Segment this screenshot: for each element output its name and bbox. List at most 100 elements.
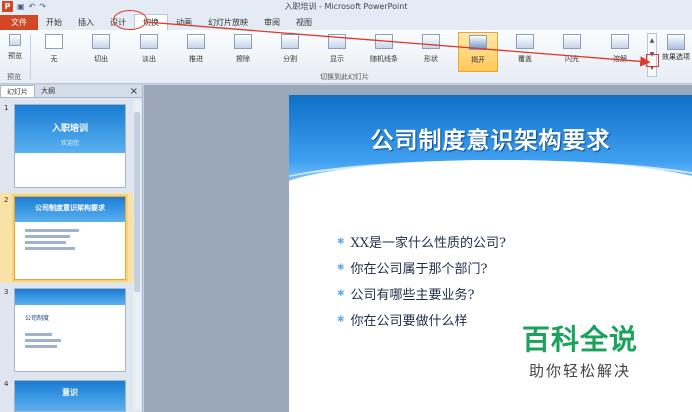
thumb-title: 入职培训 bbox=[51, 124, 88, 134]
transition-label: 推进 bbox=[189, 55, 203, 63]
transition-split-button[interactable]: 分割 bbox=[270, 32, 310, 72]
effect-options-icon bbox=[667, 34, 685, 50]
preview-group-label: 预览 bbox=[7, 73, 21, 81]
transition-wipe-button[interactable]: 擦除 bbox=[223, 32, 263, 72]
transition-label: 显示 bbox=[330, 55, 344, 63]
transition-none-button[interactable]: 无 bbox=[34, 32, 74, 72]
transition-label: 揭开 bbox=[471, 56, 485, 64]
slide-number: 4 bbox=[4, 380, 9, 388]
bullet-text: 你在公司要做什么样 bbox=[350, 314, 468, 329]
window-title: 入职培训 - Microsoft PowerPoint bbox=[284, 2, 408, 11]
effect-options-label: 效果选项 bbox=[662, 53, 690, 61]
preview-button[interactable]: 预览 bbox=[2, 32, 28, 72]
transition-label: 闪光 bbox=[565, 55, 579, 63]
gallery-scroll-up-icon[interactable]: ▲ bbox=[648, 34, 656, 48]
transition-label: 随机线条 bbox=[370, 55, 398, 63]
thumb-subtitle: 欢迎您 bbox=[60, 140, 79, 147]
slide-thumbnail-4[interactable]: 意识 bbox=[14, 380, 126, 412]
thumb-text-lines bbox=[15, 333, 125, 355]
transition-label: 淡出 bbox=[142, 55, 156, 63]
transition-label: 溶解 bbox=[613, 55, 627, 63]
transition-cover-icon bbox=[516, 34, 534, 49]
slide-thumbnail-2[interactable]: 公司制度意识架构要求 bbox=[14, 196, 126, 280]
thumb-title: 意识 bbox=[62, 388, 78, 397]
slide-thumbnail-1[interactable]: 入职培训 欢迎您 bbox=[14, 104, 126, 188]
transition-push-icon bbox=[187, 34, 205, 49]
bullet-icon: ✱ bbox=[337, 288, 345, 299]
bullet-item: ✱ 你在公司要做什么样 bbox=[337, 310, 506, 329]
transition-uncover-button[interactable]: 揭开 bbox=[458, 32, 498, 72]
transition-flash-icon bbox=[563, 34, 581, 49]
transition-uncover-icon bbox=[469, 35, 487, 50]
slide-thumbnail-3[interactable]: 公司制度 bbox=[14, 288, 126, 372]
bullet-text: 你在公司属于那个部门? bbox=[350, 262, 488, 277]
transition-cut-button[interactable]: 切出 bbox=[81, 32, 121, 72]
ribbon-tabs: 文件 开始 插入 设计 切换 动画 幻灯片放映 审阅 视图 bbox=[0, 13, 692, 30]
transition-split-icon bbox=[281, 34, 299, 49]
thumb-text-lines bbox=[15, 222, 125, 257]
highlight-box bbox=[646, 54, 659, 67]
transition-cut-icon bbox=[92, 34, 110, 49]
thumb-title: 公司制度意识架构要求 bbox=[35, 204, 105, 212]
preview-icon bbox=[9, 34, 21, 46]
bullet-icon: ✱ bbox=[337, 262, 345, 273]
scrollbar-thumb[interactable] bbox=[134, 112, 140, 292]
transitions-group-label: 切换到此幻灯片 bbox=[320, 73, 369, 81]
transition-label: 擦除 bbox=[236, 55, 250, 63]
tab-slideshow[interactable]: 幻灯片放映 bbox=[200, 15, 256, 30]
transition-reveal-button[interactable]: 显示 bbox=[317, 32, 357, 72]
bullet-icon: ✱ bbox=[337, 236, 345, 247]
transition-shape-button[interactable]: 形状 bbox=[411, 32, 451, 72]
bullet-text: 公司有哪些主要业务? bbox=[350, 288, 475, 303]
panel-tabs: 幻灯片 大纲 bbox=[0, 85, 142, 98]
tab-animations[interactable]: 动画 bbox=[168, 15, 200, 30]
watermark-tagline: 助你轻松解决 bbox=[528, 362, 631, 380]
transition-wipe-icon bbox=[234, 34, 252, 49]
title-bar: P ▣ ↶ ↷ 入职培训 - Microsoft PowerPoint bbox=[0, 0, 692, 13]
transition-label: 覆盖 bbox=[518, 55, 532, 63]
tab-home[interactable]: 开始 bbox=[38, 15, 70, 30]
close-icon[interactable]: × bbox=[130, 86, 138, 97]
watermark-brand: 百科全说 bbox=[521, 323, 638, 356]
slide-number: 2 bbox=[4, 196, 9, 204]
highlight-circle bbox=[113, 10, 147, 30]
transition-fade-icon bbox=[140, 34, 158, 49]
powerpoint-window: P ▣ ↶ ↷ 入职培训 - Microsoft PowerPoint 文件 开… bbox=[0, 0, 692, 412]
tab-outline[interactable]: 大纲 bbox=[35, 85, 61, 97]
transition-label: 切出 bbox=[94, 55, 108, 63]
tab-view[interactable]: 视图 bbox=[288, 15, 320, 30]
panel-scrollbar[interactable] bbox=[133, 100, 141, 410]
tab-insert[interactable]: 插入 bbox=[70, 15, 102, 30]
slide-title[interactable]: 公司制度意识架构要求 bbox=[289, 121, 692, 155]
transition-label: 无 bbox=[50, 55, 58, 63]
slide-number: 1 bbox=[4, 104, 9, 112]
transition-random-bars-button[interactable]: 随机线条 bbox=[364, 32, 404, 72]
effect-options-button[interactable]: 效果选项 bbox=[660, 34, 692, 62]
transition-label: 形状 bbox=[424, 55, 438, 63]
transition-dissolve-button[interactable]: 溶解 bbox=[600, 32, 640, 72]
transition-cover-button[interactable]: 覆盖 bbox=[505, 32, 545, 72]
transition-dissolve-icon bbox=[611, 34, 629, 49]
transition-label: 分割 bbox=[283, 55, 297, 63]
bullet-item: ✱ 你在公司属于那个部门? bbox=[337, 258, 506, 277]
transition-none-icon bbox=[45, 34, 63, 49]
ribbon: 预览 预览 无 切出 淡出 推进 擦除 分割 显示 随机线条 形状 揭开 覆盖 … bbox=[0, 30, 692, 84]
transition-flash-button[interactable]: 闪光 bbox=[552, 32, 592, 72]
tab-review[interactable]: 审阅 bbox=[256, 15, 288, 30]
transition-push-button[interactable]: 推进 bbox=[176, 32, 216, 72]
bullet-text: XX是一家什么性质的公司? bbox=[350, 236, 507, 251]
bullet-item: ✱ XX是一家什么性质的公司? bbox=[337, 232, 506, 251]
transition-shape-icon bbox=[422, 34, 440, 49]
tab-slides[interactable]: 幻灯片 bbox=[0, 85, 35, 97]
slide-bullets[interactable]: ✱ XX是一家什么性质的公司? ✱ 你在公司属于那个部门? ✱ 公司有哪些主要业务? … bbox=[337, 232, 506, 336]
thumb-title: 公司制度 bbox=[25, 315, 50, 323]
transition-fade-button[interactable]: 淡出 bbox=[129, 32, 169, 72]
group-divider bbox=[30, 34, 31, 80]
bullet-icon: ✱ bbox=[337, 314, 345, 325]
tab-file[interactable]: 文件 bbox=[0, 15, 38, 30]
transition-reveal-icon bbox=[328, 34, 346, 49]
bullet-item: ✱ 公司有哪些主要业务? bbox=[337, 284, 506, 303]
slide-number: 3 bbox=[4, 288, 9, 296]
slide-header: 公司制度意识架构要求 bbox=[289, 95, 692, 190]
watermark: 百科全说 助你轻松解决 bbox=[510, 318, 650, 381]
